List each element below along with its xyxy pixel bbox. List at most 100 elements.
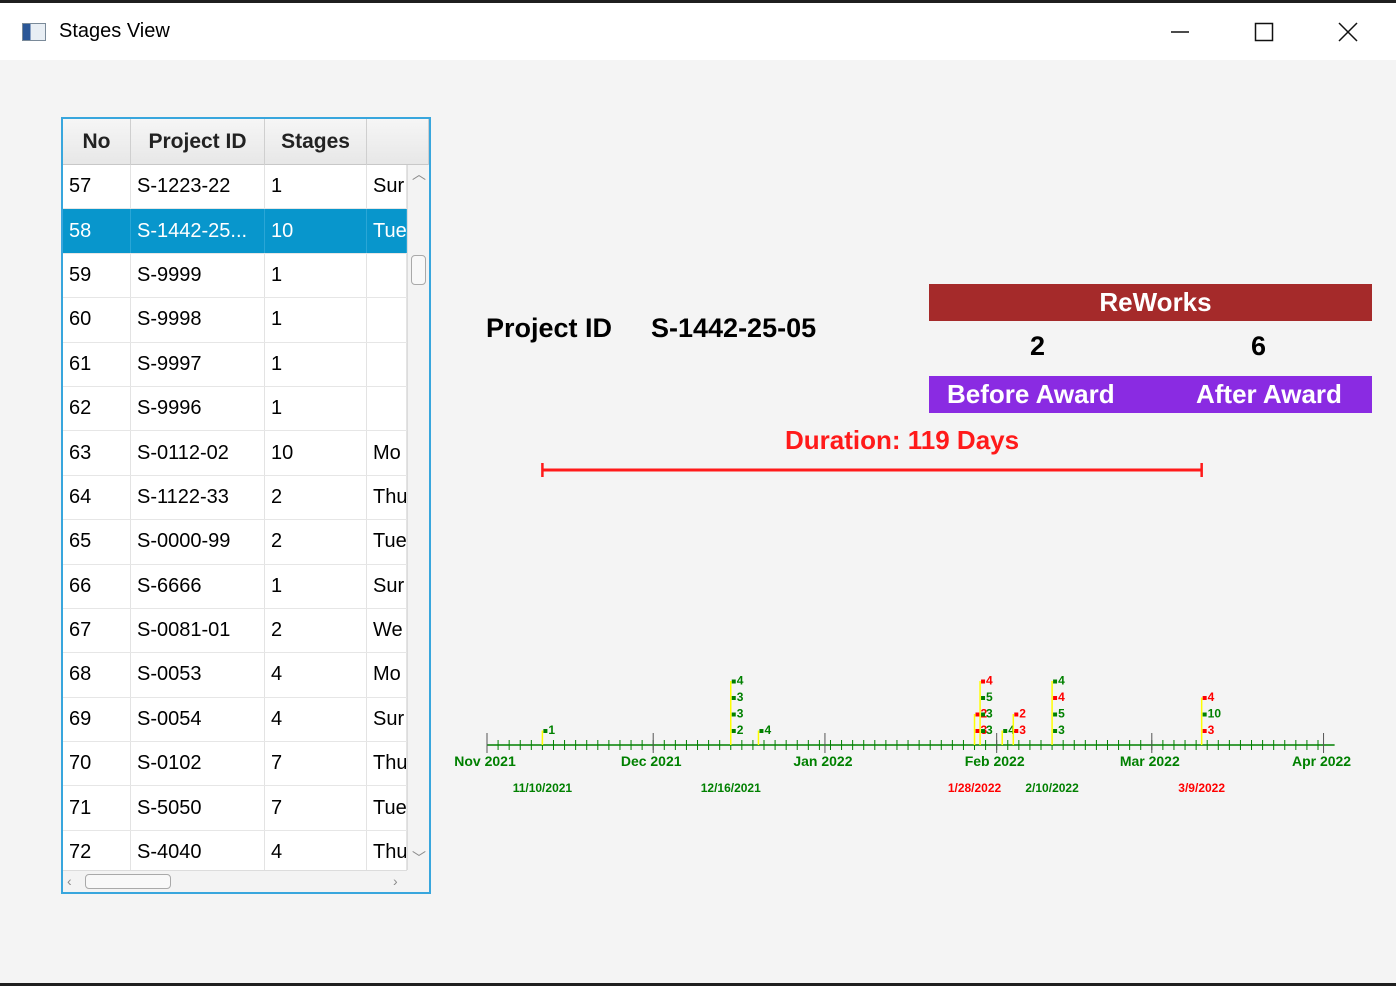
date-label: 3/9/2022 <box>1178 781 1225 795</box>
cell-no: 69 <box>63 697 131 742</box>
horizontal-scroll-thumb[interactable] <box>85 874 171 889</box>
cell-no: 63 <box>63 431 131 475</box>
after-award-label: After Award <box>1196 379 1342 409</box>
event-marker <box>1053 696 1058 700</box>
app-icon <box>22 23 46 41</box>
date-label: 11/10/2021 <box>513 781 573 795</box>
maximize-button[interactable] <box>1222 3 1306 60</box>
horizontal-scrollbar[interactable]: ‹ › <box>63 870 407 892</box>
column-header-stages[interactable]: Stages <box>265 119 367 165</box>
cell-no: 67 <box>63 608 131 653</box>
event-marker <box>731 712 736 717</box>
table-row[interactable]: 72 S-4040 4 Thu <box>63 830 407 870</box>
event-marker <box>1014 712 1019 717</box>
event-marker <box>731 679 736 684</box>
event-marker <box>1053 679 1058 684</box>
cell-stages: 1 <box>265 253 367 298</box>
event-marker <box>1014 729 1019 733</box>
cell-project-id: S-0081-01 <box>131 608 265 653</box>
scroll-corner <box>407 870 429 892</box>
cell-extra: Mo <box>367 653 407 697</box>
table-row[interactable]: 60 S-9998 1 <box>63 298 407 343</box>
table-row[interactable]: 62 S-9996 1 <box>63 386 407 432</box>
table-row[interactable]: 64 S-1122-33 2 Thu <box>63 475 407 521</box>
column-header-project-id[interactable]: Project ID <box>131 119 265 165</box>
cell-extra <box>367 253 407 298</box>
cell-no: 72 <box>63 830 131 870</box>
cell-stages: 1 <box>265 298 367 342</box>
cell-stages: 10 <box>265 209 367 253</box>
cell-project-id: S-4040 <box>131 830 265 870</box>
event-marker <box>981 696 986 700</box>
cell-no: 62 <box>63 386 131 431</box>
scroll-up-icon[interactable]: ︿ <box>412 167 426 181</box>
table-row[interactable]: 59 S-9999 1 <box>63 253 407 299</box>
before-award-label: Before Award <box>947 379 1115 409</box>
event-marker-label: 3 <box>1058 723 1065 737</box>
project-id-label: Project ID <box>486 313 613 343</box>
table-row[interactable]: 69 S-0054 4 Sur <box>63 697 407 743</box>
scroll-down-icon[interactable]: ﹀ <box>412 851 426 865</box>
event-marker-label: 5 <box>1058 707 1065 721</box>
cell-project-id: S-0054 <box>131 697 265 742</box>
stages-view-window: Stages View No Project ID Stages 57 S-122… <box>0 0 1396 986</box>
cell-project-id: S-0000-99 <box>131 520 265 564</box>
cell-extra: Mo <box>367 431 407 475</box>
cell-stages: 4 <box>265 653 367 697</box>
cell-extra: Tue <box>367 209 407 253</box>
event-marker <box>975 729 980 733</box>
event-marker <box>981 729 986 733</box>
scroll-left-icon[interactable]: ‹ <box>67 874 72 888</box>
table-row[interactable]: 70 S-0102 7 Thu <box>63 742 407 787</box>
vertical-scroll-thumb[interactable] <box>411 255 426 285</box>
scroll-right-icon[interactable]: › <box>393 874 398 888</box>
cell-no: 66 <box>63 564 131 608</box>
event-marker <box>731 729 736 733</box>
duration-label: Duration: 119 Days <box>785 425 1020 455</box>
event-marker-label: 5 <box>986 690 993 704</box>
projects-table[interactable]: No Project ID Stages 57 S-1223-22 1 Sur 58 S-… <box>61 117 431 894</box>
minimize-button[interactable] <box>1138 3 1222 60</box>
close-button[interactable] <box>1306 3 1390 60</box>
date-label: 2/10/2022 <box>1025 781 1079 795</box>
table-row[interactable]: 58 S-1442-25... 10 Tue <box>63 209 407 254</box>
cell-stages: 10 <box>265 431 367 475</box>
vertical-scrollbar[interactable]: ︿ ﹀ <box>407 165 429 870</box>
month-label: Mar 2022 <box>1120 753 1180 769</box>
table-row[interactable]: 67 S-0081-01 2 We <box>63 608 407 654</box>
cell-project-id: S-6666 <box>131 564 265 608</box>
cell-extra: Sur <box>367 564 407 608</box>
table-row[interactable]: 66 S-6666 1 Sur <box>63 564 407 609</box>
cell-project-id: S-1122-33 <box>131 475 265 520</box>
column-header-extra[interactable] <box>367 119 429 165</box>
event-marker-label: 2 <box>1019 707 1026 721</box>
cell-stages: 1 <box>265 386 367 431</box>
event-marker-label: 4 <box>764 723 771 737</box>
cell-extra: Thu <box>367 475 407 520</box>
table-row[interactable]: 65 S-0000-99 2 Tue <box>63 520 407 565</box>
date-label: 1/28/2022 <box>948 781 1002 795</box>
event-marker <box>1202 696 1207 700</box>
event-marker-label: 2 <box>737 723 744 737</box>
cell-project-id: S-0102 <box>131 742 265 786</box>
cell-no: 59 <box>63 253 131 298</box>
table-row[interactable]: 61 S-9997 1 <box>63 342 407 387</box>
cell-stages: 4 <box>265 830 367 870</box>
table-row[interactable]: 71 S-5050 7 Tue <box>63 786 407 831</box>
event-marker <box>1053 712 1058 717</box>
event-marker <box>981 712 986 717</box>
cell-extra: Sur <box>367 697 407 742</box>
cell-extra: Sur <box>367 165 407 209</box>
column-header-no[interactable]: No <box>63 119 131 165</box>
table-row[interactable]: 68 S-0053 4 Mo <box>63 653 407 698</box>
event-marker-label: 10 <box>1208 707 1222 721</box>
table-row[interactable]: 57 S-1223-22 1 Sur <box>63 165 407 210</box>
event-marker-label: 1 <box>548 723 555 737</box>
event-marker-label: 3 <box>986 723 993 737</box>
table-row[interactable]: 63 S-0112-02 10 Mo <box>63 431 407 476</box>
cell-no: 61 <box>63 342 131 386</box>
before-award-count: 2 <box>1030 331 1046 361</box>
event-marker-label: 3 <box>986 707 993 721</box>
award-labels-bar: Before Award After Award <box>929 376 1372 413</box>
table-body: 57 S-1223-22 1 Sur 58 S-1442-25... 10 Tue 59 S-99… <box>63 165 407 870</box>
